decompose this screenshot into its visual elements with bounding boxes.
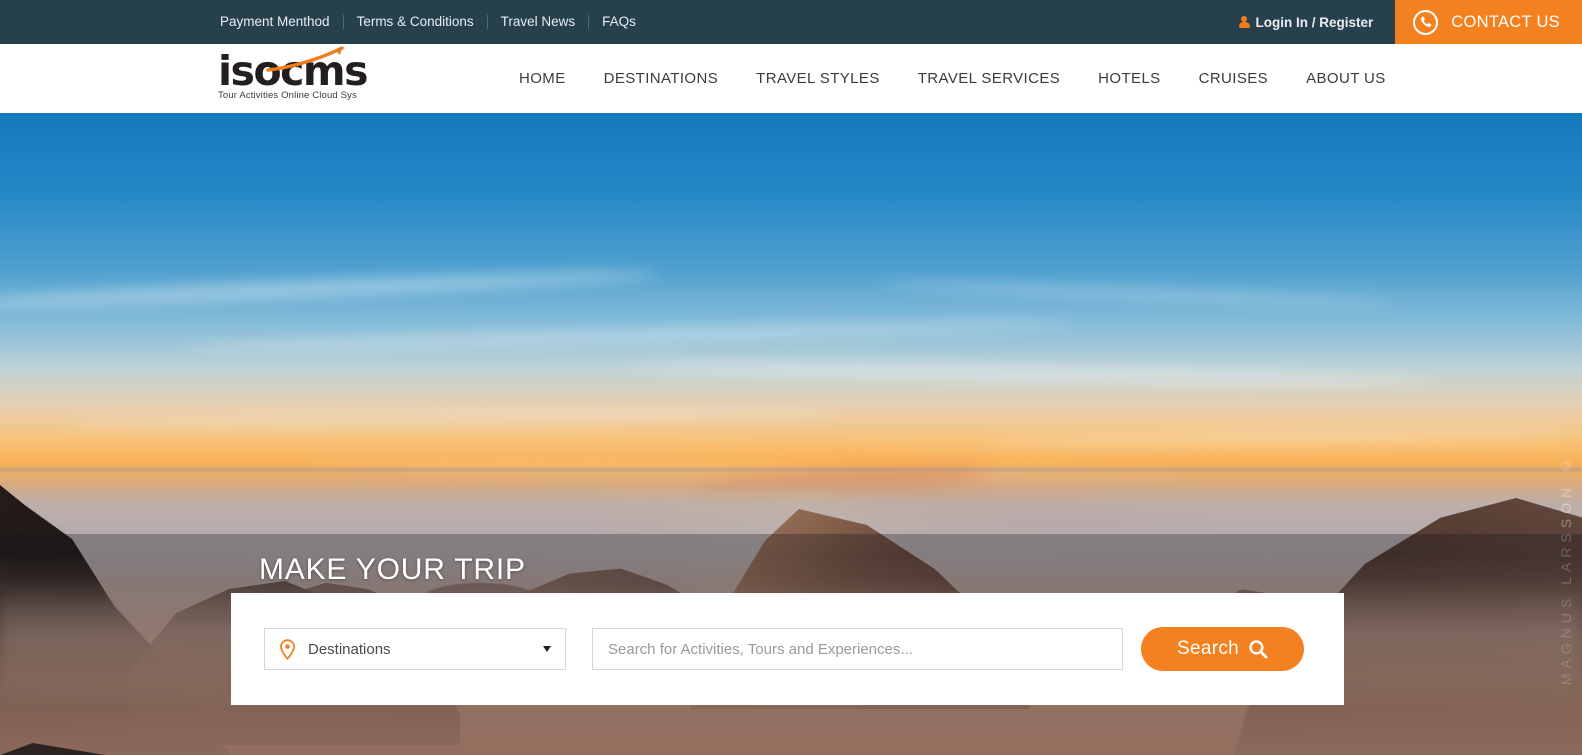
trip-search-panel: Destinations Search — [231, 593, 1344, 705]
chevron-down-icon — [543, 646, 551, 652]
logo-wordmark: isocms — [218, 47, 369, 95]
top-link-terms-conditions[interactable]: Terms & Conditions — [342, 15, 487, 29]
search-input[interactable] — [592, 628, 1123, 670]
page-root: Payment Menthod Terms & Conditions Trave… — [0, 0, 1582, 755]
map-pin-icon — [280, 638, 295, 660]
hero-content: MAKE YOUR TRIP Destinations Search — [0, 113, 1582, 755]
top-links-group: Payment Menthod Terms & Conditions Trave… — [220, 0, 649, 44]
top-link-payment-method[interactable]: Payment Menthod — [220, 15, 343, 29]
site-header: isocms Tour Activities Online Cloud Sys … — [0, 44, 1582, 113]
user-icon — [1238, 15, 1250, 29]
site-logo[interactable]: isocms Tour Activities Online Cloud Sys — [218, 46, 369, 108]
hero-banner: MAGNUS LARSSON © MAKE YOUR TRIP Destinat… — [0, 113, 1582, 755]
hero-title: MAKE YOUR TRIP — [259, 553, 526, 586]
nav-item-about-us[interactable]: ABOUT US — [1287, 70, 1405, 87]
login-register-label: Login In / Register — [1255, 14, 1374, 30]
top-utility-bar: Payment Menthod Terms & Conditions Trave… — [0, 0, 1582, 44]
search-button[interactable]: Search — [1141, 627, 1304, 671]
main-navigation: HOME DESTINATIONS TRAVEL STYLES TRAVEL S… — [500, 44, 1405, 113]
top-link-travel-news[interactable]: Travel News — [486, 15, 589, 29]
nav-item-travel-services[interactable]: TRAVEL SERVICES — [899, 70, 1079, 87]
phone-icon — [1413, 9, 1439, 35]
search-icon — [1249, 640, 1268, 659]
top-actions-group: Login In / Register CONTACT US — [1238, 0, 1582, 44]
destination-select[interactable]: Destinations — [264, 628, 566, 670]
login-register-link[interactable]: Login In / Register — [1238, 14, 1396, 30]
nav-item-cruises[interactable]: CRUISES — [1180, 70, 1287, 87]
top-link-faqs[interactable]: FAQs — [588, 15, 649, 29]
nav-item-hotels[interactable]: HOTELS — [1079, 70, 1179, 87]
nav-item-destinations[interactable]: DESTINATIONS — [585, 70, 738, 87]
destination-select-value: Destinations — [308, 640, 391, 658]
nav-item-home[interactable]: HOME — [500, 70, 585, 87]
search-button-label: Search — [1176, 638, 1239, 659]
contact-us-label: CONTACT US — [1451, 12, 1560, 31]
contact-us-button[interactable]: CONTACT US — [1395, 0, 1582, 44]
nav-item-travel-styles[interactable]: TRAVEL STYLES — [737, 70, 899, 87]
